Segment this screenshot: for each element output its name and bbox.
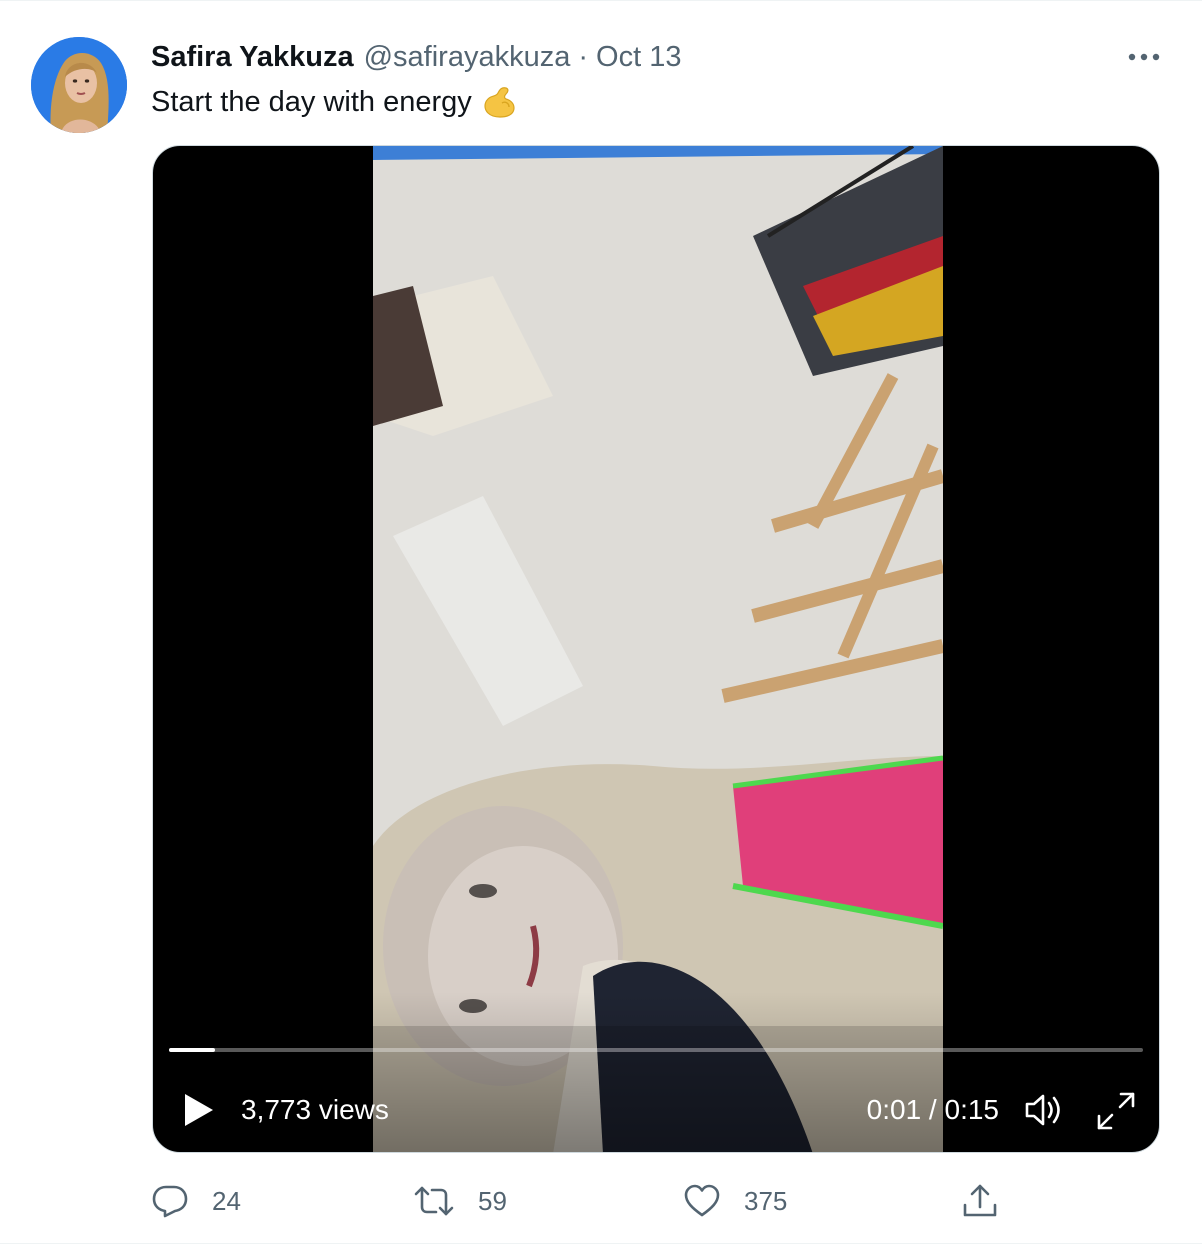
avatar[interactable] — [31, 37, 127, 133]
share-button[interactable] — [962, 1179, 998, 1223]
share-icon — [963, 1184, 997, 1217]
like-button[interactable]: 375 — [684, 1179, 787, 1223]
avatar-image — [31, 37, 127, 133]
reply-icon — [152, 1185, 188, 1218]
flexed-biceps-emoji-icon — [484, 87, 515, 118]
reply-button[interactable]: 24 — [152, 1179, 241, 1223]
video-still — [373, 146, 943, 1152]
play-icon — [185, 1094, 213, 1126]
volume-icon — [1025, 1094, 1060, 1126]
more-options-button[interactable] — [1124, 43, 1164, 71]
tweet-actions: 24 59 375 — [152, 1179, 1032, 1223]
heart-icon — [684, 1184, 720, 1217]
video-time: 0:01 / 0:15 — [866, 1094, 999, 1125]
retweet-button[interactable]: 59 — [414, 1179, 507, 1223]
video-progress-bar[interactable] — [169, 1048, 1143, 1052]
play-button[interactable] — [181, 1090, 217, 1130]
fullscreen-icon — [1097, 1092, 1135, 1130]
tweet-text-content: Start the day with energy — [151, 86, 472, 118]
video-progress-fill — [169, 1048, 215, 1052]
reply-count: 24 — [212, 1185, 241, 1216]
retweet-count: 59 — [478, 1185, 507, 1216]
volume-button[interactable] — [1023, 1092, 1065, 1128]
video-player[interactable]: 3,773 views 0:01 / 0:15 — [152, 145, 1160, 1153]
video-frame[interactable] — [373, 146, 943, 1152]
separator-dot: · — [578, 40, 589, 73]
tweet[interactable]: Safira Yakkuza @safirayakkuza · Oct 13 S… — [0, 0, 1202, 1244]
tweet-date[interactable]: Oct 13 — [596, 41, 681, 74]
tweet-text: Start the day with energy — [151, 83, 518, 121]
more-horizontal-icon — [1128, 53, 1160, 61]
retweet-icon — [414, 1186, 454, 1216]
view-count: 3,773 views — [241, 1094, 389, 1125]
display-name[interactable]: Safira Yakkuza — [151, 41, 354, 74]
user-handle[interactable]: @safirayakkuza — [364, 41, 571, 74]
fullscreen-button[interactable] — [1095, 1090, 1137, 1132]
tweet-header: Safira Yakkuza @safirayakkuza · Oct 13 — [151, 39, 681, 75]
like-count: 375 — [744, 1185, 788, 1216]
